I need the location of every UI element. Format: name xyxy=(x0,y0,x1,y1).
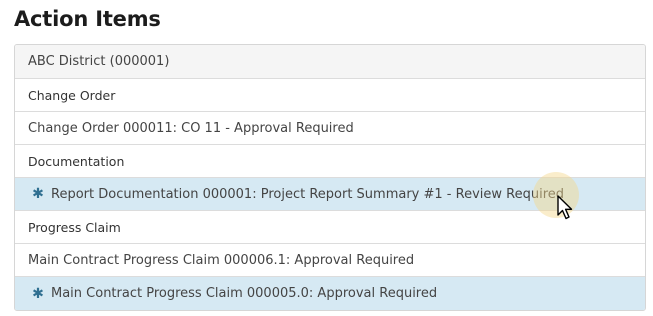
district-header: ABC District (000001) xyxy=(15,45,645,79)
action-item-label: Main Contract Progress Claim 000006.1: A… xyxy=(28,252,415,268)
action-item-change-order-000011[interactable]: Change Order 000011: CO 11 - Approval Re… xyxy=(15,112,645,145)
action-item-label: Main Contract Progress Claim 000005.0: A… xyxy=(51,286,438,301)
district-label: ABC District (000001) xyxy=(28,54,170,69)
category-documentation: Documentation xyxy=(15,145,645,178)
page-title: Action Items xyxy=(14,7,161,31)
category-change-order: Change Order xyxy=(15,79,645,112)
category-progress-claim: Progress Claim xyxy=(15,211,645,244)
asterisk-icon: ✱ xyxy=(32,186,44,202)
action-item-label: Change Order 000011: CO 11 - Approval Re… xyxy=(28,120,354,136)
category-label: Progress Claim xyxy=(28,219,121,235)
asterisk-icon: ✱ xyxy=(32,285,44,302)
action-item-label: Report Documentation 000001: Project Rep… xyxy=(51,186,564,202)
action-items-panel: ABC District (000001) Change Order Chang… xyxy=(14,44,646,311)
action-item-progress-claim-000005-0[interactable]: ✱ Main Contract Progress Claim 000005.0:… xyxy=(15,277,645,310)
category-label: Change Order xyxy=(28,87,116,103)
category-label: Documentation xyxy=(28,153,125,169)
action-item-report-documentation-000001[interactable]: ✱ Report Documentation 000001: Project R… xyxy=(15,178,645,211)
action-item-progress-claim-000006-1[interactable]: Main Contract Progress Claim 000006.1: A… xyxy=(15,244,645,277)
